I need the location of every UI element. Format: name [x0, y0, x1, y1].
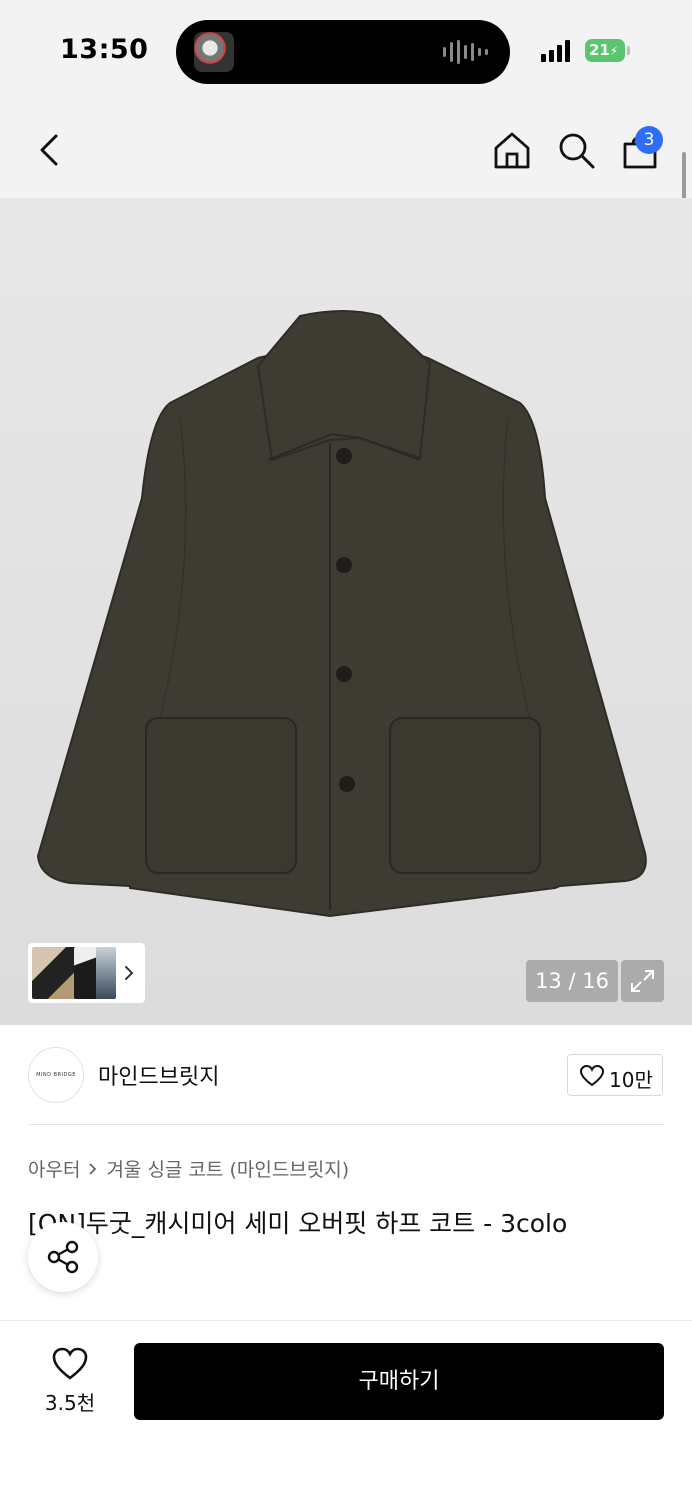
brand-like-button[interactable]: 10만 — [567, 1054, 663, 1096]
back-icon[interactable] — [32, 130, 68, 170]
share-icon — [47, 1240, 79, 1274]
home-icon[interactable] — [492, 130, 532, 170]
brand-logo[interactable]: MIND BRIDGE — [28, 1047, 84, 1103]
now-playing-artwork — [194, 32, 234, 72]
buy-button[interactable]: 구매하기 — [134, 1343, 664, 1420]
search-icon[interactable] — [556, 130, 596, 170]
breadcrumb-subcategory[interactable]: 겨울 싱글 코트 (마인드브릿지) — [106, 1155, 349, 1182]
thumbnail-image[interactable] — [74, 947, 98, 999]
brand-like-count: 10만 — [609, 1068, 653, 1092]
chevron-right-icon — [125, 966, 134, 980]
wishlist-count: 3.5천 — [44, 1391, 96, 1415]
product-image-gallery[interactable]: 13 / 16 — [0, 198, 692, 1025]
share-button[interactable] — [28, 1222, 98, 1292]
dynamic-island — [176, 20, 510, 84]
image-page-counter: 13 / 16 — [526, 960, 618, 1002]
battery-icon: 21⚡ — [585, 39, 625, 62]
thumbnail-image[interactable] — [32, 947, 76, 999]
nav-header — [0, 100, 692, 198]
bottom-action-bar: 3.5천 구매하기 — [0, 1320, 692, 1500]
product-photo-coat — [36, 310, 647, 918]
cellular-signal-icon — [541, 40, 570, 62]
section-divider — [28, 1124, 664, 1125]
expand-icon — [631, 970, 654, 992]
heart-icon — [580, 1065, 604, 1087]
battery-tip — [627, 46, 630, 55]
audio-waveform-icon — [443, 40, 488, 64]
product-title: [ON]두굿_캐시미어 세미 오버핏 하프 코트 - 3colo — [28, 1209, 568, 1238]
breadcrumb-category[interactable]: 아우터 — [28, 1155, 80, 1182]
heart-icon[interactable] — [52, 1347, 88, 1381]
expand-image-button[interactable] — [621, 960, 664, 1002]
battery-level: 21 — [589, 41, 610, 59]
breadcrumb: 아우터 겨울 싱글 코트 (마인드브릿지) — [28, 1155, 349, 1182]
chevron-right-icon — [89, 1162, 97, 1175]
brand-row[interactable]: MIND BRIDGE 마인드브릿지 10만 — [0, 1025, 692, 1125]
brand-name[interactable]: 마인드브릿지 — [98, 1059, 219, 1091]
thumbnail-image[interactable] — [96, 947, 116, 999]
model-thumbnail-strip[interactable] — [28, 943, 145, 1003]
status-bar: 13:50 21⚡ — [0, 0, 692, 100]
cart-count-badge: 3 — [635, 126, 663, 154]
status-time: 13:50 — [60, 34, 149, 65]
